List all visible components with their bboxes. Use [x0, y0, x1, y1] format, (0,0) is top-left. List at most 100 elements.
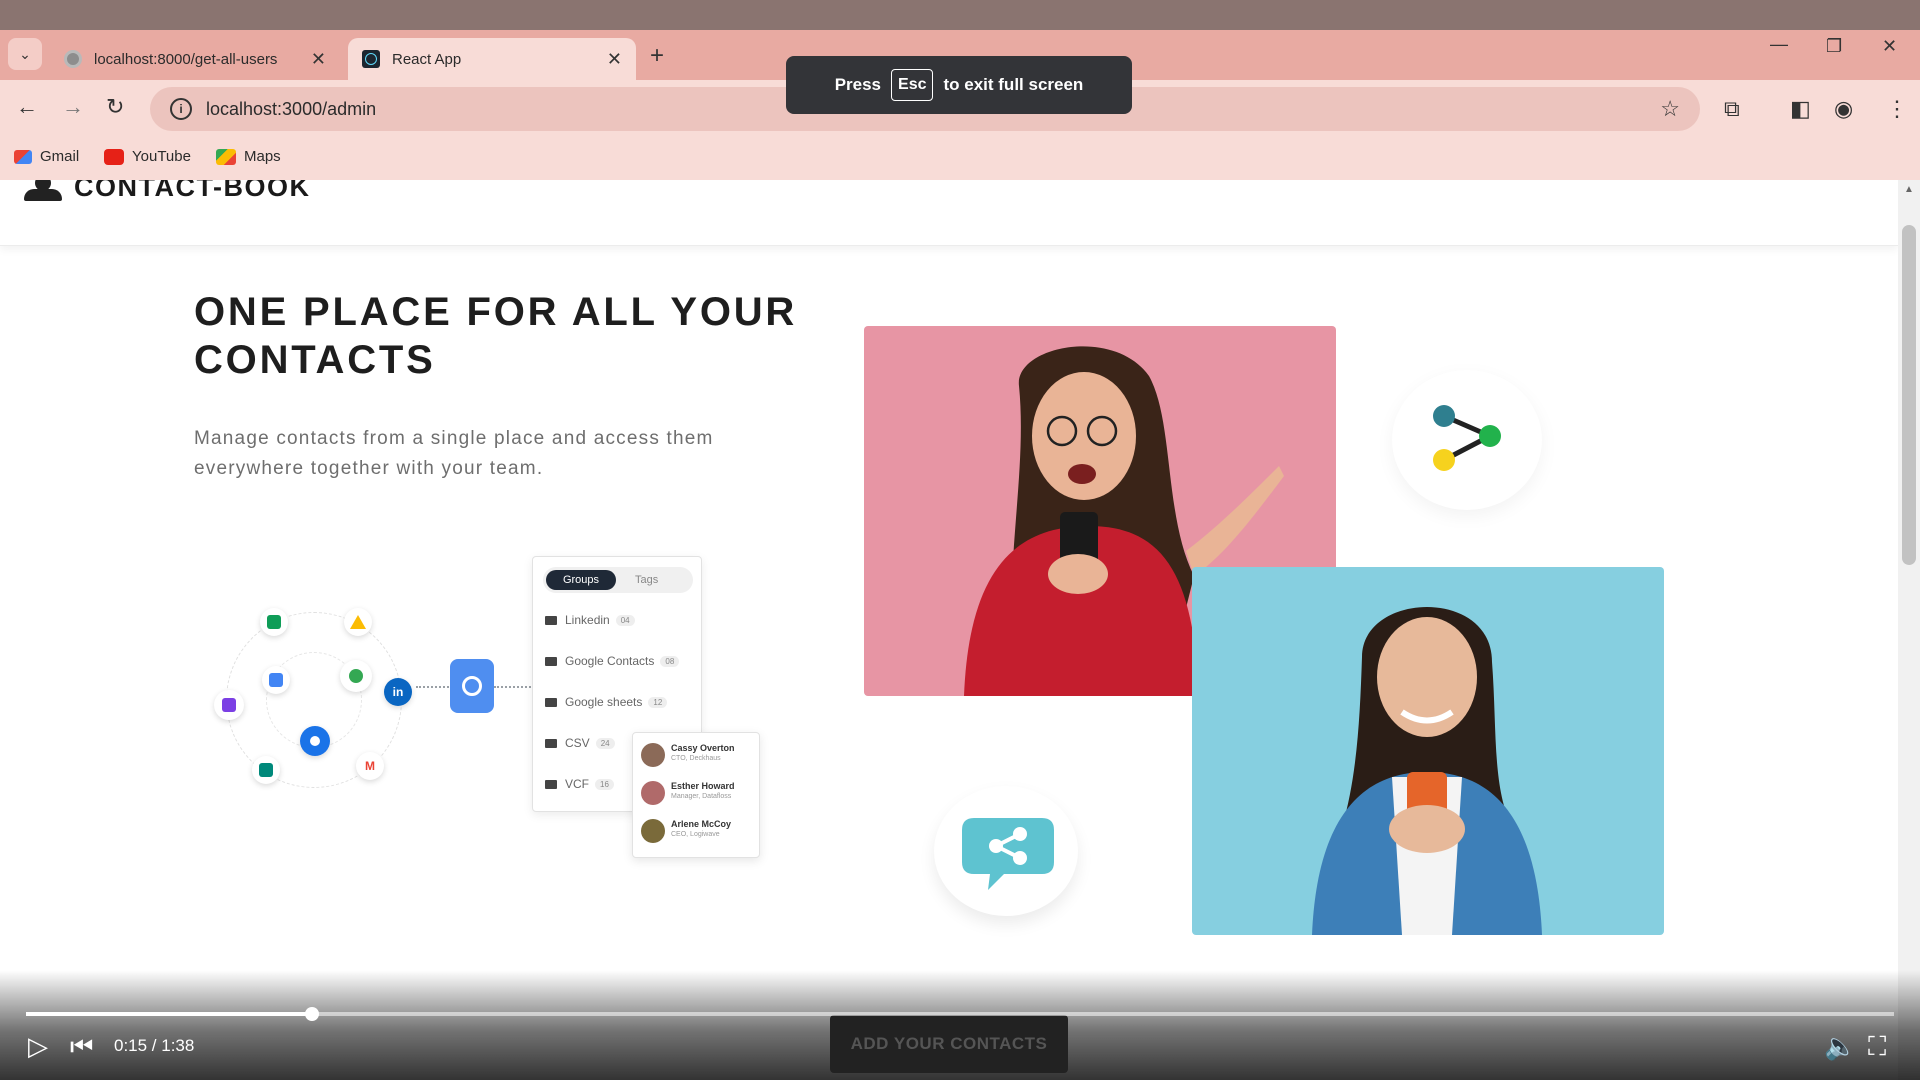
person-item: Esther Howard Manager, Datafloss	[641, 781, 735, 805]
tab-groups[interactable]: Groups	[546, 570, 616, 590]
close-window-icon[interactable]: ✕	[1882, 36, 1897, 57]
hero-photo-woman-blue	[1192, 567, 1664, 935]
maps-icon	[216, 148, 236, 165]
exit-fullscreen-icon[interactable]: ⛶	[1868, 1031, 1886, 1061]
scrollbar-thumb[interactable]	[1902, 225, 1916, 565]
extensions-icon[interactable]: ⧉	[1724, 96, 1740, 122]
menu-kebab-icon[interactable]: ⋮	[1886, 96, 1908, 122]
group-count: 16	[595, 778, 614, 790]
back-arrow-icon[interactable]: ←	[16, 94, 38, 120]
tab-title: React App	[392, 50, 462, 68]
folder-icon	[545, 615, 557, 625]
google-sheets-icon	[260, 608, 288, 636]
group-row: CSV 24	[545, 736, 615, 750]
avatar	[641, 781, 665, 805]
video-scrubber-handle[interactable]	[304, 1007, 319, 1021]
screen: ⌄ localhost:8000/get-all-users ✕ React A…	[0, 0, 1920, 1080]
group-count: 08	[660, 655, 680, 667]
folder-icon	[545, 656, 557, 666]
group-label: CSV	[565, 736, 590, 750]
hero-headline: ONE PLACE FOR ALL YOUR CONTACTS	[194, 290, 798, 382]
people-icon	[24, 180, 62, 201]
chat-share-icon	[962, 818, 1054, 890]
group-label: VCF	[565, 777, 589, 791]
video-progress-fill	[26, 1012, 312, 1016]
web-page: CONTACT-BOOK ONE PLACE FOR ALL YOUR CONT…	[0, 180, 1898, 1080]
page-scrollbar[interactable]: ▲	[1898, 180, 1920, 1080]
address-url: localhost:3000/admin	[206, 98, 377, 119]
bookmark-maps[interactable]: Maps	[216, 148, 281, 165]
google-drive-icon	[344, 608, 372, 636]
minimize-icon[interactable]: —	[1770, 34, 1788, 55]
skip-back-icon[interactable]: ⏮	[70, 1031, 93, 1061]
person-name: Esther Howard	[671, 781, 735, 791]
microsoft-forms-icon	[214, 690, 244, 720]
group-row: Linkedin 04	[545, 613, 635, 627]
forward-arrow-icon[interactable]: →	[62, 94, 84, 120]
folder-icon	[545, 779, 557, 789]
tab-react-app[interactable]: React App ✕	[348, 38, 636, 80]
linkedin-icon: in	[384, 678, 412, 706]
groups-tags-toggle[interactable]: Groups Tags	[543, 567, 693, 593]
video-progress-bar[interactable]	[26, 1007, 1894, 1021]
add-contacts-button[interactable]: ADD YOUR CONTACTS	[830, 1015, 1068, 1073]
plus-icon[interactable]: +	[650, 42, 664, 70]
group-row: Google Contacts 08	[545, 654, 680, 668]
person-role: Manager, Datafloss	[671, 793, 732, 800]
tab-tags[interactable]: Tags	[635, 570, 658, 590]
profile-avatar-icon[interactable]: ◉	[1834, 96, 1853, 122]
group-row: Google sheets 12	[545, 695, 668, 709]
woman-illustration	[1312, 607, 1542, 935]
fullscreen-notice-text: Press	[834, 75, 882, 94]
bookmark-label: Gmail	[40, 148, 80, 165]
close-icon[interactable]: ✕	[607, 49, 622, 70]
group-count: 12	[648, 696, 668, 708]
app-logo[interactable]: CONTACT-BOOK	[24, 180, 310, 203]
app-header: CONTACT-BOOK	[0, 180, 1898, 246]
react-logo-icon	[362, 50, 380, 68]
close-icon[interactable]: ✕	[311, 49, 326, 70]
esc-key-badge: Esc	[891, 69, 934, 101]
bookmark-label: Maps	[244, 148, 281, 165]
fullscreen-notice-text: to exit full screen	[943, 75, 1084, 94]
window-top-strip	[0, 0, 1920, 30]
person-role: CTO, Deckhaus	[671, 755, 721, 762]
play-icon[interactable]: ▷	[28, 1031, 48, 1061]
bookmark-gmail[interactable]: Gmail	[14, 148, 79, 165]
scroll-up-arrow-icon[interactable]: ▲	[1904, 184, 1914, 195]
contacts-icon	[300, 726, 330, 756]
restore-icon[interactable]: ❐	[1826, 36, 1842, 57]
youtube-icon	[104, 148, 124, 165]
tab-title: localhost:8000/get-all-users	[94, 50, 278, 68]
group-count: 24	[595, 737, 615, 749]
person-role: CEO, Logiwave	[671, 831, 720, 838]
google-forms-icon	[340, 660, 372, 692]
folder-icon	[545, 697, 557, 707]
group-label: Google Contacts	[565, 654, 655, 668]
group-row: VCF 16	[545, 777, 614, 791]
site-info-icon[interactable]: i	[170, 98, 192, 120]
avatar	[641, 819, 665, 843]
bookmark-youtube[interactable]: YouTube	[104, 148, 191, 165]
folder-icon	[545, 738, 557, 748]
google-meet-icon	[252, 756, 280, 784]
person-name: Arlene McCoy	[671, 819, 732, 829]
person-item: Cassy Overton CTO, Deckhaus	[641, 743, 735, 767]
chat-share-bubble	[934, 786, 1078, 916]
google-calendar-icon	[262, 666, 290, 694]
dotted-connector	[416, 686, 452, 688]
gmail-icon	[14, 149, 32, 164]
group-count: 04	[615, 614, 635, 626]
dotted-connector	[494, 686, 534, 688]
volume-icon[interactable]: 🔈	[1824, 1031, 1856, 1061]
tab-search-button[interactable]: ⌄	[8, 38, 42, 70]
person-name: Cassy Overton	[671, 743, 735, 753]
side-panel-icon[interactable]: ◧	[1790, 96, 1811, 122]
tab-get-all-users[interactable]: localhost:8000/get-all-users ✕	[50, 38, 340, 80]
gmail-icon: M	[356, 752, 384, 780]
contact-card-icon	[450, 659, 494, 713]
bookmark-label: YouTube	[132, 148, 191, 165]
group-label: Linkedin	[565, 613, 610, 627]
star-icon[interactable]: ☆	[1660, 96, 1680, 122]
reload-icon[interactable]: ↻	[106, 94, 124, 120]
